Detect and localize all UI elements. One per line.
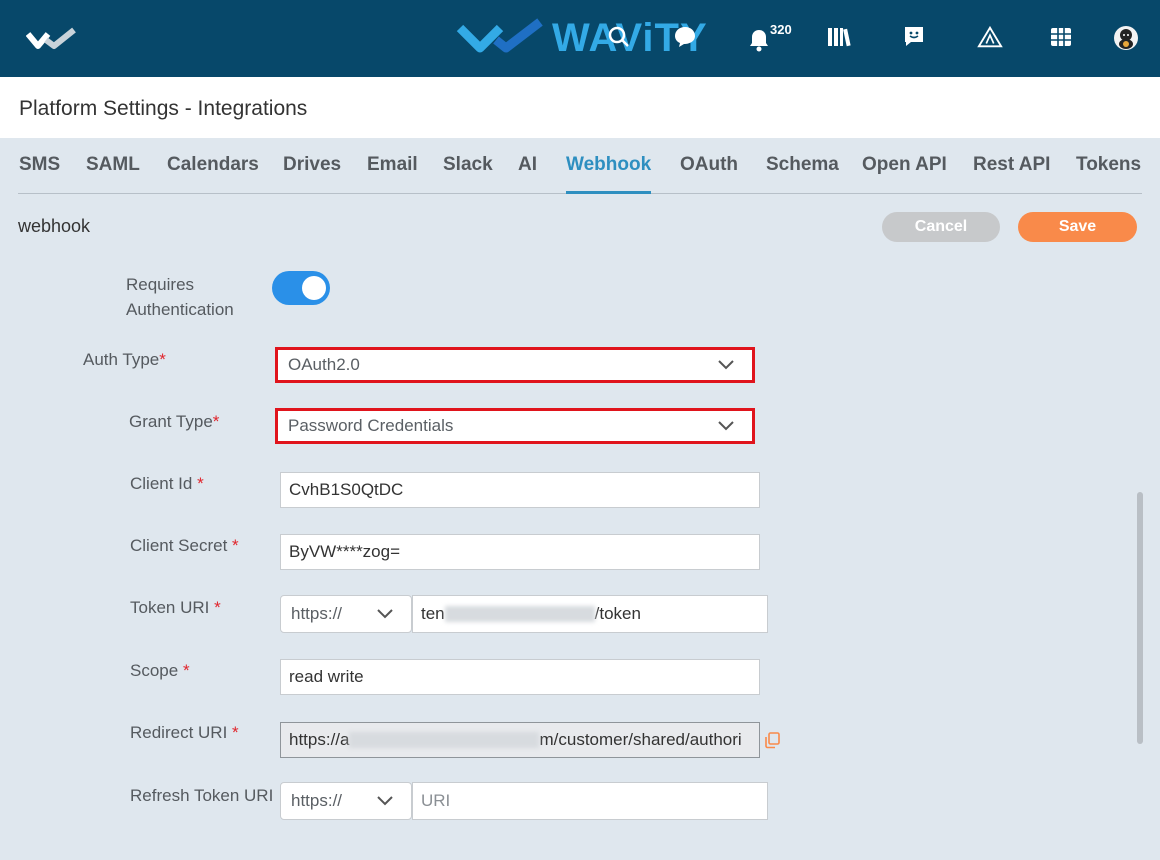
required-mark: * — [232, 536, 239, 555]
client-secret-value: ByVW****zog= — [289, 542, 401, 561]
redirect-uri-value-middle: m — [539, 730, 554, 749]
tab-oauth[interactable]: OAuth — [680, 154, 738, 176]
required-mark: * — [232, 723, 239, 742]
tab-slack[interactable]: Slack — [443, 154, 493, 176]
auth-type-label-text: Auth Type — [83, 350, 160, 369]
redirect-uri-label-text: Redirect URI — [130, 723, 233, 742]
token-uri-input[interactable]: ten/token — [412, 595, 768, 633]
requires-auth-label: Requires Authentication — [126, 272, 234, 322]
tab-bar: SMS SAML Calendars Drives Email Slack AI… — [0, 138, 1160, 194]
bell-icon[interactable] — [746, 27, 772, 53]
requires-auth-toggle[interactable] — [272, 271, 330, 305]
auth-type-select[interactable]: OAuth2.0 — [275, 347, 755, 383]
auth-type-value: OAuth2.0 — [288, 355, 360, 374]
client-secret-label: Client Secret * — [130, 533, 239, 558]
client-secret-input[interactable]: ByVW****zog= — [280, 534, 760, 570]
tab-open-api[interactable]: Open API — [862, 154, 947, 176]
requires-auth-label-line1: Requires — [126, 275, 195, 294]
scope-value: read write — [289, 667, 364, 686]
redirect-uri-value-prefix: https://a — [289, 730, 350, 749]
client-id-input[interactable]: CvhB1S0QtDC — [280, 472, 760, 508]
required-mark: * — [212, 412, 220, 431]
library-icon[interactable] — [826, 24, 852, 50]
top-bar: WAViTY 320 — [0, 0, 1160, 77]
grant-type-label-text: Grant Type — [129, 412, 213, 431]
page-title: Platform Settings - Integrations — [19, 97, 308, 120]
auth-type-label: Auth Type* — [83, 347, 166, 372]
token-uri-label: Token URI * — [130, 595, 221, 620]
grant-type-label: Grant Type* — [129, 409, 219, 434]
scope-input[interactable]: read write — [280, 659, 760, 695]
home-logo-icon[interactable] — [26, 26, 78, 52]
scrollbar[interactable] — [1137, 492, 1143, 744]
required-mark: * — [214, 598, 221, 617]
refresh-token-uri-placeholder: URI — [421, 791, 451, 810]
tab-webhook[interactable]: Webhook — [566, 154, 651, 176]
refresh-token-uri-label: Refresh Token URI — [130, 783, 273, 808]
client-secret-label-text: Client Secret — [130, 536, 233, 555]
chat-bubble-icon[interactable] — [672, 24, 698, 50]
client-id-value: CvhB1S0QtDC — [289, 480, 404, 499]
token-uri-protocol-value: https:// — [291, 604, 343, 623]
grant-type-select[interactable]: Password Credentials — [275, 408, 755, 444]
redirect-uri-value-suffix: /customer/shared/authori — [553, 730, 742, 749]
token-uri-value-prefix: ten — [421, 604, 445, 623]
client-id-label-text: Client Id — [130, 474, 198, 493]
token-uri-label-text: Token URI — [130, 598, 215, 617]
chevron-down-icon — [718, 421, 734, 431]
section-label: webhook — [18, 216, 91, 236]
tab-email[interactable]: Email — [367, 154, 418, 176]
refresh-token-protocol-select[interactable]: https:// — [280, 782, 412, 820]
tab-rest-api[interactable]: Rest API — [973, 154, 1050, 176]
chevron-down-icon — [718, 360, 734, 370]
required-mark: * — [182, 661, 190, 680]
refresh-token-uri-label-text: Refresh Token URI — [130, 786, 274, 805]
redacted-text — [349, 732, 540, 748]
save-button[interactable]: Save — [1018, 212, 1137, 242]
requires-auth-label-line2: Authentication — [126, 300, 234, 319]
tab-drives[interactable]: Drives — [283, 154, 341, 176]
client-id-label: Client Id * — [130, 471, 204, 496]
search-icon[interactable] — [606, 24, 632, 50]
tab-schema[interactable]: Schema — [766, 154, 839, 176]
token-uri-value-suffix: /token — [594, 604, 641, 623]
scope-label-text: Scope — [130, 661, 183, 680]
tab-sms[interactable]: SMS — [19, 154, 60, 176]
brand-mark-icon — [456, 18, 543, 53]
redacted-text — [444, 606, 595, 622]
redirect-uri-label: Redirect URI * — [130, 720, 239, 745]
tab-tokens[interactable]: Tokens — [1076, 154, 1141, 176]
tab-saml[interactable]: SAML — [86, 154, 140, 176]
page-header: Platform Settings - Integrations — [0, 77, 1160, 138]
chevron-down-icon — [377, 796, 393, 806]
grant-type-value: Password Credentials — [288, 416, 454, 435]
warning-road-icon[interactable] — [977, 24, 1003, 50]
active-tab-indicator — [566, 191, 651, 194]
required-mark: * — [197, 474, 204, 493]
tab-ai[interactable]: AI — [518, 154, 537, 176]
refresh-token-uri-input[interactable]: URI — [412, 782, 768, 820]
scope-label: Scope * — [130, 658, 190, 683]
notification-count-badge: 320 — [770, 22, 792, 37]
toggle-knob — [302, 276, 326, 300]
cancel-button[interactable]: Cancel — [882, 212, 1000, 242]
required-mark: * — [159, 350, 166, 369]
user-avatar[interactable] — [1113, 25, 1139, 51]
copy-icon[interactable] — [763, 731, 781, 749]
redirect-uri-input[interactable]: https://a m/customer/shared/authori — [280, 722, 760, 758]
brand-logo: WAViTY — [456, 16, 708, 60]
grid-apps-icon[interactable] — [1048, 24, 1074, 50]
feedback-icon[interactable] — [901, 24, 927, 50]
token-uri-protocol-select[interactable]: https:// — [280, 595, 412, 633]
refresh-token-protocol-value: https:// — [291, 791, 343, 810]
chevron-down-icon — [377, 609, 393, 619]
tab-calendars[interactable]: Calendars — [167, 154, 259, 176]
